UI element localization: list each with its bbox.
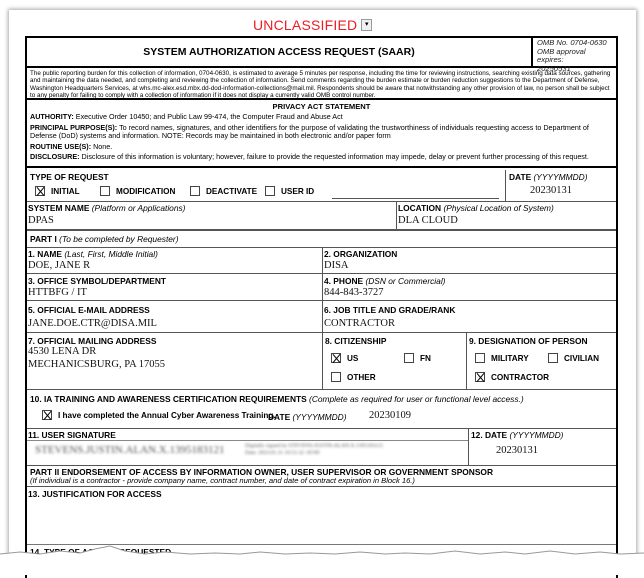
system-row: SYSTEM NAME (Platform or Applications) D… (27, 202, 616, 230)
request-modification-checkbox[interactable] (100, 186, 110, 196)
privacy-disclosure: DISCLOSURE: Disclosure of this informati… (30, 152, 589, 162)
privacy-routine: ROUTINE USE(S): None. (30, 141, 113, 151)
user-id-input[interactable] (332, 197, 499, 199)
ia-training-option[interactable]: I have completed the Annual Cyber Awaren… (42, 410, 276, 420)
request-deactivate-option[interactable]: DEACTIVATE (190, 186, 257, 196)
address-line1[interactable]: 4530 LENA DR (28, 346, 96, 357)
request-date-value[interactable]: 20230131 (530, 185, 572, 196)
ia-training-row: 10. IA TRAINING AND AWARENESS CERTIFICAT… (27, 390, 616, 429)
request-initial-checkbox[interactable] (35, 186, 45, 196)
dropdown-arrow-icon[interactable]: ▾ (361, 19, 373, 31)
ia-date-value[interactable]: 20230109 (369, 410, 411, 421)
saar-form: SYSTEM AUTHORIZATION ACCESS REQUEST (SAA… (25, 36, 618, 578)
omb-expires-label: OMB approval expires: (537, 46, 586, 65)
phone-value[interactable]: 844-843-3727 (324, 287, 384, 298)
request-modification-option[interactable]: MODIFICATION (100, 186, 175, 196)
signature-date-label: 12. DATE (YYYYMMDD) (471, 430, 564, 440)
ia-date-label: DATE (YYYYMMDD) (268, 412, 347, 422)
omb-info: OMB No. 0704-0630 OMB approval expires: … (531, 38, 616, 72)
address-citizenship-row: 7. OFFICIAL MAILING ADDRESS 4530 LENA DR… (27, 333, 616, 390)
citizenship-other-checkbox[interactable] (331, 372, 341, 382)
email-value[interactable]: JANE.DOE.CTR@DISA.MIL (28, 318, 157, 329)
request-userid-checkbox[interactable] (265, 186, 275, 196)
citizenship-us-option[interactable]: US (331, 353, 358, 363)
part2-hint: (If individual is a contractor - provide… (30, 476, 415, 485)
privacy-act-statement: PRIVACY ACT STATEMENT AUTHORITY: Executi… (27, 102, 616, 168)
office-phone-row: 3. OFFICE SYMBOL/DEPARTMENT HTTBFG / IT … (27, 274, 616, 301)
citizenship-label: 8. CITIZENSHIP (325, 336, 387, 346)
burden-text: The public reporting burden for this col… (30, 70, 611, 100)
part1-header: PART I (To be completed by Requester) (27, 230, 616, 248)
email-job-row: 5. OFFICIAL E-MAIL ADDRESS JANE.DOE.CTR@… (27, 301, 616, 333)
signature-row: 11. USER SIGNATURE STEVENS.JUSTIN.ALAN.X… (27, 429, 616, 466)
privacy-authority: AUTHORITY: Executive Order 10450; and Pu… (30, 112, 343, 122)
privacy-title: PRIVACY ACT STATEMENT (272, 102, 371, 111)
privacy-purpose: PRINCIPAL PURPOSE(S): To record names, s… (30, 122, 589, 141)
organization-label: 2. ORGANIZATION (324, 249, 398, 259)
citizenship-other-option[interactable]: OTHER (331, 372, 376, 382)
designation-military-option[interactable]: MILITARY (475, 353, 529, 363)
citizenship-fn-option[interactable]: FN (404, 353, 431, 363)
justification-label: 13. JUSTIFICATION FOR ACCESS (28, 489, 162, 499)
location-value[interactable]: DLA CLOUD (398, 215, 458, 226)
digital-signature-note: Digitally signed by STEVENS.JUSTIN.ALAN.… (245, 443, 384, 456)
justification-input[interactable] (28, 501, 615, 543)
ia-training-checkbox[interactable] (42, 410, 52, 420)
digital-signature-name[interactable]: STEVENS.JUSTIN.ALAN.X.1395183121 (35, 444, 224, 456)
name-label: 1. NAME (Last, First, Middle Initial) (28, 249, 158, 259)
request-deactivate-checkbox[interactable] (190, 186, 200, 196)
system-name-value[interactable]: DPAS (28, 215, 54, 226)
justification-row: 13. JUSTIFICATION FOR ACCESS (27, 487, 616, 545)
part1-label: PART I (To be completed by Requester) (30, 234, 179, 244)
request-userid-option[interactable]: USER ID (265, 186, 314, 196)
designation-contractor-checkbox[interactable] (475, 372, 485, 382)
form-title-row: SYSTEM AUTHORIZATION ACCESS REQUEST (SAA… (27, 38, 616, 72)
address-line2[interactable]: MECHANICSBURG, PA 17055 (28, 359, 165, 370)
request-initial-option[interactable]: INITIAL (35, 186, 80, 196)
phone-label: 4. PHONE (DSN or Commercial) (324, 276, 446, 286)
name-org-row: 1. NAME (Last, First, Middle Initial) DO… (27, 247, 616, 274)
location-label: LOCATION (Physical Location of System) (398, 203, 554, 213)
organization-value[interactable]: DISA (324, 260, 349, 271)
signature-label: 11. USER SIGNATURE (28, 430, 116, 440)
citizenship-us-checkbox[interactable] (331, 353, 341, 363)
ia-training-label: 10. IA TRAINING AND AWARENESS CERTIFICAT… (30, 394, 524, 404)
burden-statement: The public reporting burden for this col… (27, 68, 616, 100)
email-label: 5. OFFICIAL E-MAIL ADDRESS (28, 305, 150, 315)
type-of-request-row: TYPE OF REQUEST INITIAL MODIFICATION DEA… (27, 170, 616, 202)
form-title: SYSTEM AUTHORIZATION ACCESS REQUEST (SAA… (143, 46, 415, 58)
type-of-request-label: TYPE OF REQUEST (30, 172, 109, 182)
job-title-value[interactable]: CONTRACTOR (324, 318, 395, 329)
designation-label: 9. DESIGNATION OF PERSON (469, 336, 588, 346)
classification-label: UNCLASSIFIED (253, 17, 358, 33)
job-title-label: 6. JOB TITLE AND GRADE/RANK (324, 305, 456, 315)
classification-selector[interactable]: UNCLASSIFIED ▾ (253, 17, 373, 33)
designation-military-checkbox[interactable] (475, 353, 485, 363)
torn-edge-decoration (0, 545, 644, 575)
designation-civilian-option[interactable]: CIVILIAN (548, 353, 599, 363)
designation-contractor-option[interactable]: CONTRACTOR (475, 372, 549, 382)
office-label: 3. OFFICE SYMBOL/DEPARTMENT (28, 276, 167, 286)
part2-header: PART II ENDORSEMENT OF ACCESS BY INFORMA… (27, 466, 616, 487)
name-value[interactable]: DOE, JANE R (28, 260, 90, 271)
citizenship-fn-checkbox[interactable] (404, 353, 414, 363)
address-label: 7. OFFICIAL MAILING ADDRESS (28, 336, 157, 346)
request-date-label: DATE (YYYYMMDD) (509, 172, 588, 182)
signature-date-value[interactable]: 20230131 (496, 445, 538, 456)
office-value[interactable]: HTTBFG / IT (28, 287, 87, 298)
designation-civilian-checkbox[interactable] (548, 353, 558, 363)
system-name-label: SYSTEM NAME (Platform or Applications) (28, 203, 186, 213)
